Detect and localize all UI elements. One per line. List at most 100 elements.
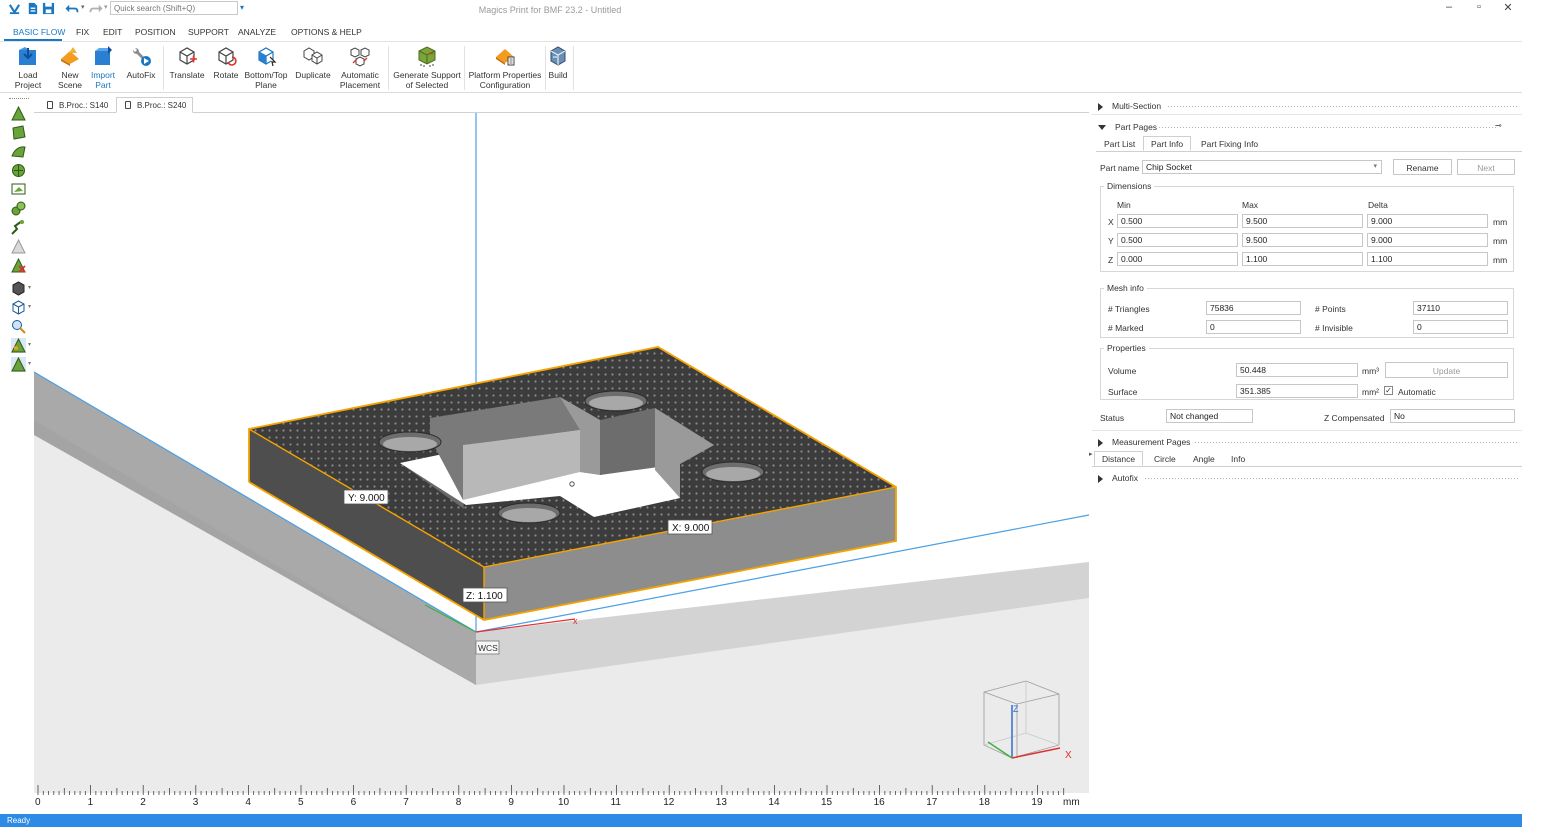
dimension-label-x: X: 9.000	[667, 519, 713, 535]
invisible-label: # Invisible	[1315, 323, 1353, 333]
mark-contour-icon[interactable]	[11, 201, 26, 216]
z-max-field[interactable]: 1.100	[1242, 252, 1363, 266]
z-min-field[interactable]: 0.000	[1117, 252, 1238, 266]
tab-analyze[interactable]: ANALYZE	[238, 27, 276, 37]
tab-edit[interactable]: EDIT	[103, 27, 122, 37]
close-icon[interactable]: ✕	[1499, 1, 1517, 14]
ribbon-separator	[573, 46, 574, 90]
surface-unit: mm²	[1362, 387, 1379, 397]
triangles-field[interactable]: 75836	[1206, 301, 1301, 315]
rename-button[interactable]: Rename	[1393, 159, 1452, 175]
load-project-button[interactable]: Load Project	[8, 45, 48, 90]
y-delta-field[interactable]: 9.000	[1367, 233, 1488, 247]
tab-part-info[interactable]: Part Info	[1143, 136, 1192, 151]
part-name-select[interactable]: Chip Socket ▾	[1142, 160, 1382, 174]
mark-wave-icon[interactable]	[11, 220, 26, 235]
tab-position[interactable]: POSITION	[135, 27, 176, 37]
mark-plane-icon[interactable]	[11, 125, 26, 140]
tab-support[interactable]: SUPPORT	[188, 27, 229, 37]
part-pages-header[interactable]: Part Pages	[1098, 122, 1157, 132]
row-axis-label: X	[1108, 217, 1114, 227]
ruler-number: 14	[768, 797, 780, 808]
autofix-button[interactable]: AutoFix	[124, 45, 158, 80]
tab-part-fixing-info[interactable]: Part Fixing Info	[1193, 136, 1266, 151]
triangles-label: # Triangles	[1108, 304, 1150, 314]
mesh-info-group: Mesh info # Triangles 75836 # Points 371…	[1100, 283, 1514, 338]
expand-arrow-icon	[1098, 474, 1103, 483]
doc-tab-s140[interactable]: B.Proc.: S140	[38, 97, 115, 113]
translate-button[interactable]: Translate	[168, 45, 206, 80]
new-scene-button[interactable]: New Scene	[54, 45, 86, 90]
unmark-icon[interactable]	[11, 239, 26, 254]
update-button[interactable]: Update	[1385, 362, 1508, 378]
translate-icon	[179, 47, 197, 65]
duplicate-button[interactable]: Duplicate	[293, 45, 333, 80]
section-grip	[1167, 105, 1519, 108]
marked-field[interactable]: 0	[1206, 320, 1301, 334]
ruler-number: 10	[558, 797, 570, 808]
y-min-field[interactable]: 0.500	[1117, 233, 1238, 247]
load-project-label-1: Load	[18, 70, 38, 80]
points-field[interactable]: 37110	[1413, 301, 1508, 315]
rotate-button[interactable]: Rotate	[210, 45, 242, 80]
ribbon-separator	[163, 46, 164, 90]
status-field: Not changed	[1166, 409, 1253, 423]
bottom-top-plane-button[interactable]: Bottom/Top Plane	[243, 45, 289, 90]
unmark-all-icon[interactable]	[11, 258, 26, 273]
automatic-checkbox[interactable]: ✓	[1384, 386, 1393, 395]
tab-basic-flow[interactable]: BASIC FLOW	[13, 27, 65, 37]
invisible-field[interactable]: 0	[1413, 320, 1508, 334]
measurement-pages-header[interactable]: Measurement Pages	[1098, 437, 1190, 447]
build-button[interactable]: Build	[545, 45, 571, 80]
part-pages-label: Part Pages	[1115, 122, 1158, 132]
ruler-number: 5	[298, 797, 304, 808]
bottom-top-plane-icon	[258, 47, 277, 67]
multi-section-header[interactable]: Multi-Section	[1098, 101, 1161, 111]
mark-shell-icon[interactable]	[11, 163, 26, 178]
tab-distance[interactable]: Distance	[1094, 451, 1144, 466]
x-max-field[interactable]: 9.500	[1242, 214, 1363, 228]
tab-options-help[interactable]: OPTIONS & HELP	[291, 27, 362, 37]
mark-triangle-icon[interactable]	[11, 106, 26, 121]
import-part-button[interactable]: Import Part	[88, 45, 118, 90]
automatic-placement-button[interactable]: Automatic Placement	[336, 45, 384, 90]
view-solid-icon[interactable]	[11, 281, 26, 296]
collapse-arrow-icon	[1098, 125, 1106, 131]
panel-splitter-icon[interactable]: ▸	[1089, 450, 1093, 458]
y-max-field[interactable]: 9.500	[1242, 233, 1363, 247]
platform-properties-button[interactable]: Platform Properties Configuration	[467, 45, 543, 90]
tab-angle[interactable]: Angle	[1185, 451, 1223, 466]
volume-field[interactable]: 50.448	[1236, 363, 1358, 377]
minimize-icon[interactable]: –	[1440, 1, 1458, 13]
unit-label: mm	[1493, 217, 1508, 227]
tab-circle[interactable]: Circle	[1146, 451, 1184, 466]
surface-field[interactable]: 351.385	[1236, 384, 1358, 398]
autofix-header[interactable]: Autofix	[1098, 473, 1138, 483]
restore-icon[interactable]: ▫	[1470, 1, 1488, 13]
tab-fix[interactable]: FIX	[76, 27, 89, 37]
z-delta-field[interactable]: 1.100	[1367, 252, 1488, 266]
pin-panel-icon[interactable]: ⊸	[1495, 121, 1502, 130]
zoom-icon[interactable]	[11, 319, 26, 334]
cube-z-label: Z	[1013, 704, 1019, 714]
next-button[interactable]: Next	[1457, 159, 1515, 175]
x-delta-field[interactable]: 9.000	[1367, 214, 1488, 228]
view-wireframe-dropdown-icon[interactable]: ▾	[28, 303, 31, 310]
selection-dropdown-icon[interactable]: ▾	[28, 341, 31, 348]
dimensions-group: Dimensions Min Max Delta X 0.500 9.500 9…	[1100, 181, 1514, 272]
mark-surface-icon[interactable]	[11, 144, 26, 159]
x-min-field[interactable]: 0.500	[1117, 214, 1238, 228]
mark-mode-dropdown-icon[interactable]: ▾	[28, 360, 31, 367]
tab-info[interactable]: Info	[1223, 451, 1253, 466]
mark-window-icon[interactable]	[11, 182, 26, 197]
doc-tab-s240[interactable]: B.Proc.: S240	[116, 97, 194, 113]
view-wireframe-icon[interactable]	[11, 300, 26, 315]
selection-triangle-icon[interactable]	[11, 338, 26, 353]
tab-part-list[interactable]: Part List	[1096, 136, 1143, 151]
properties-group: Properties Volume 50.448 mm³ Update Surf…	[1100, 343, 1514, 400]
generate-support-button[interactable]: Generate Support of Selected	[392, 45, 462, 90]
mesh-info-title: Mesh info	[1104, 283, 1147, 293]
mark-mode-icon[interactable]	[11, 357, 26, 372]
view-solid-dropdown-icon[interactable]: ▾	[28, 284, 31, 291]
3d-viewport[interactable]: x Y: 9.000 X: 9.000 Z: 1.100 WCS Z X	[34, 113, 1089, 793]
